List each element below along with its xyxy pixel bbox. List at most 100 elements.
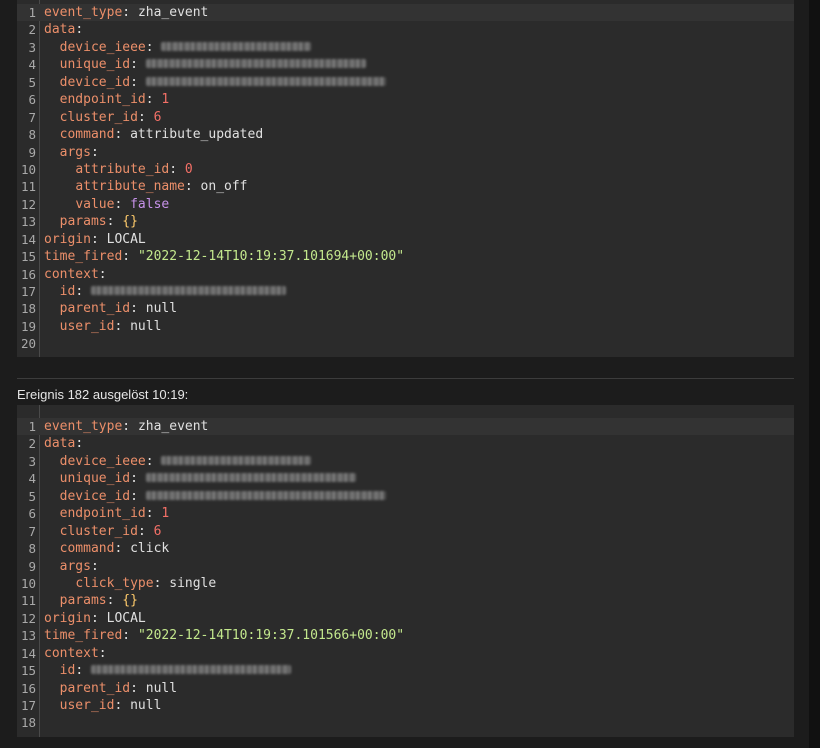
line-content: attribute_name: on_off <box>44 178 248 195</box>
code-line[interactable]: 1 event_type: zha_event <box>17 418 794 436</box>
line-number: 2 <box>28 436 36 452</box>
line-number: 8 <box>28 541 36 557</box>
event-log-panel: 1 event_type: zha_event 2 data: 3 device_iee… <box>0 0 809 748</box>
code-line[interactable]: 2 data: <box>17 435 794 452</box>
line-content: data: <box>44 21 83 38</box>
redacted-value <box>145 76 386 86</box>
line-content: device_ieee: <box>44 453 312 470</box>
token: device_ieee <box>59 39 146 55</box>
token: : <box>98 266 107 282</box>
code-line[interactable]: 10 attribute_id: 0 <box>17 161 794 178</box>
code-line[interactable]: 12 value: false <box>17 196 794 213</box>
token: : <box>75 436 84 452</box>
token: on_off <box>200 179 248 195</box>
token: click <box>130 541 170 557</box>
line-content: endpoint_id: 1 <box>44 505 170 522</box>
code-line[interactable]: 9 args: <box>17 144 794 161</box>
code-line[interactable]: 5 device_id: <box>17 74 794 91</box>
token: : <box>130 680 146 696</box>
token: : <box>90 610 107 626</box>
code-line[interactable]: 14 origin: LOCAL <box>17 231 794 248</box>
code-line[interactable]: 20 <box>17 335 794 352</box>
code-line[interactable]: 14 context: <box>17 645 794 662</box>
code-line[interactable]: 8 command: click <box>17 540 794 557</box>
line-number: 9 <box>28 144 36 160</box>
code-line[interactable]: 8 command: attribute_updated <box>17 126 794 143</box>
line-content: id: <box>44 283 286 300</box>
line-content: endpoint_id: 1 <box>44 91 170 108</box>
code-line[interactable]: 16 parent_id: null <box>17 680 794 697</box>
code-line[interactable]: 1 event_type: zha_event <box>17 4 794 22</box>
token: endpoint_id <box>59 506 146 522</box>
code-line[interactable]: 15 time_fired: "2022-12-14T10:19:37.10169… <box>17 248 794 265</box>
code-line[interactable]: 19 user_id: null <box>17 318 794 335</box>
code-line[interactable]: 7 cluster_id: 6 <box>17 523 794 540</box>
line-number: 11 <box>20 179 36 195</box>
code-line[interactable]: 16 context: <box>17 266 794 283</box>
code-line[interactable]: 12 origin: LOCAL <box>17 610 794 627</box>
token: : <box>90 558 99 574</box>
line-content: user_id: null <box>44 697 162 714</box>
code-line[interactable]: 9 args: <box>17 558 794 575</box>
code-line[interactable]: 15 id: <box>17 662 794 679</box>
code-line[interactable]: 3 device_ieee: <box>17 39 794 56</box>
line-number: 4 <box>28 471 36 487</box>
code-line[interactable]: 7 cluster_id: 6 <box>17 109 794 126</box>
token: : <box>137 109 154 125</box>
token: : <box>75 22 84 38</box>
code-line[interactable]: 13 params: {} <box>17 213 794 230</box>
code-line[interactable]: 18 <box>17 714 794 731</box>
code-line[interactable]: 2 data: <box>17 21 794 38</box>
token: : <box>122 419 138 434</box>
token: null <box>145 301 178 317</box>
line-content: time_fired: "2022-12-14T10:19:37.101566+… <box>44 627 404 644</box>
scrollbar[interactable] <box>809 0 820 748</box>
token: time_fired <box>44 628 123 644</box>
token: data <box>44 436 76 452</box>
token: : <box>75 284 91 299</box>
code-line[interactable]: 4 unique_id: <box>17 56 794 73</box>
event-yaml-editor-2[interactable]: 1 event_type: zha_event 2 data: 3 device_iee… <box>17 405 794 737</box>
code-line[interactable]: 11 attribute_name: on_off <box>17 178 794 195</box>
line-number: 2 <box>28 22 36 38</box>
code-line[interactable]: 11 params: {} <box>17 592 794 609</box>
token: : <box>98 645 107 661</box>
token: : <box>184 179 201 195</box>
code-line[interactable]: 6 endpoint_id: 1 <box>17 505 794 522</box>
code-line[interactable]: 6 endpoint_id: 1 <box>17 91 794 108</box>
token: device_id <box>59 488 131 504</box>
token: command <box>59 127 115 143</box>
line-number: 18 <box>20 715 36 731</box>
code-line[interactable]: 10 click_type: single <box>17 575 794 592</box>
code-line[interactable]: 4 unique_id: <box>17 470 794 487</box>
token: : <box>106 214 123 230</box>
code-line[interactable]: 5 device_id: <box>17 488 794 505</box>
line-content: cluster_id: 6 <box>44 523 162 540</box>
event-yaml-editor-1[interactable]: 1 event_type: zha_event 2 data: 3 device_iee… <box>17 0 794 357</box>
code-line[interactable]: 13 time_fired: "2022-12-14T10:19:37.10156… <box>17 627 794 644</box>
token: : <box>114 318 131 334</box>
code-line[interactable]: 17 id: <box>17 283 794 300</box>
token: command <box>59 541 115 557</box>
line-content: unique_id: <box>44 56 366 73</box>
event-divider <box>17 378 794 379</box>
line-number: 3 <box>28 453 36 469</box>
line-content: command: attribute_updated <box>44 126 264 143</box>
code-line[interactable]: 3 device_ieee: <box>17 453 794 470</box>
token: attribute_updated <box>130 127 264 143</box>
line-content: parent_id: null <box>44 300 177 317</box>
line-number: 5 <box>28 488 36 504</box>
line-number: 5 <box>28 74 36 90</box>
line-number: 6 <box>28 92 36 108</box>
code-line[interactable]: 17 user_id: null <box>17 697 794 714</box>
code-line[interactable]: 18 parent_id: null <box>17 300 794 317</box>
line-number: 7 <box>28 109 36 125</box>
